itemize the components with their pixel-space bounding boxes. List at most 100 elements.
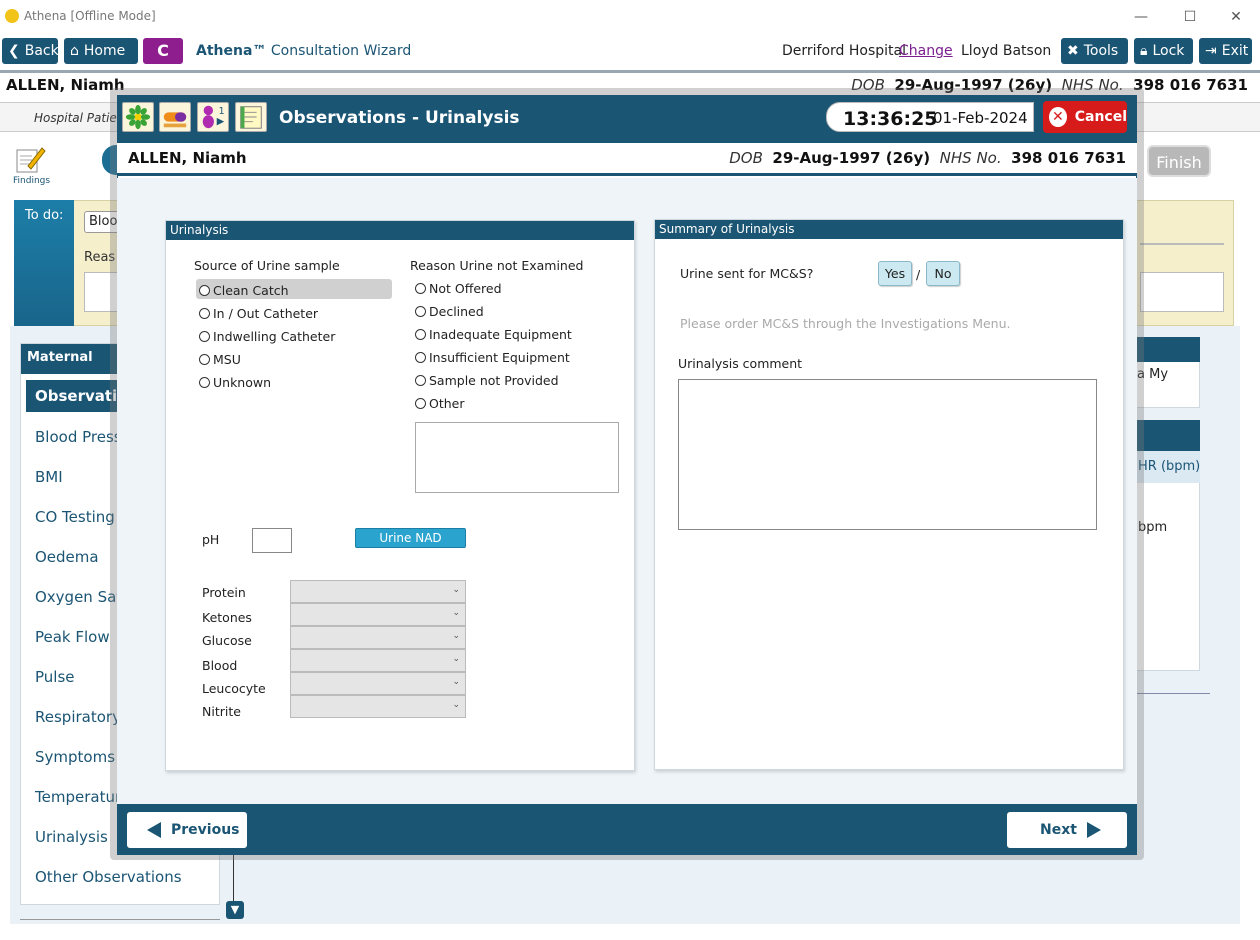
findings-label: Findings [13,176,51,186]
back-label: Back [24,43,59,59]
radio-label: Not Offered [429,281,502,296]
radio-label: Indwelling Catheter [213,329,336,344]
nhs-value: 398 016 7631 [1011,149,1126,167]
urinalysis-panel-title: Urinalysis [166,221,634,240]
radio-msu[interactable]: MSU [199,352,241,367]
radio-declined[interactable]: Declined [415,304,484,319]
scroll-down-button[interactable]: ▼ [226,901,244,919]
blood-label: Blood [202,658,238,673]
sidebar-item-respiratory[interactable]: Respiratory [35,708,121,726]
arrow-right-icon [1086,822,1101,838]
medication-icon[interactable] [159,102,191,132]
lock-label: Lock [1152,43,1185,59]
summary-panel-title: Summary of Urinalysis [655,220,1123,239]
leucocyte-select[interactable]: ⌄ [290,672,466,695]
sidebar-item-peak-flow[interactable]: Peak Flow [35,628,110,646]
urine-nad-button[interactable]: Urine NAD [355,528,466,548]
sidebar-item-co-testing[interactable]: CO Testing [35,508,115,526]
back-button[interactable]: ❮ Back [2,38,59,64]
glucose-label: Glucose [202,633,252,648]
radio-label: Clean Catch [213,283,289,298]
radio-insufficient-equipment[interactable]: Insufficient Equipment [415,350,570,365]
ph-input[interactable] [252,528,292,553]
blood-select[interactable]: ⌄ [290,649,466,672]
nitrite-select[interactable]: ⌄ [290,695,466,718]
hospital-name: Derriford Hospital [782,43,907,59]
radio-indicator[interactable] [415,398,426,409]
tools-label: Tools [1083,43,1119,59]
radio-indicator[interactable] [199,354,210,365]
notes-icon[interactable] [235,102,267,132]
sidebar-item-oedema[interactable]: Oedema [35,548,99,566]
radio-indwelling-catheter[interactable]: Indwelling Catheter [199,329,335,344]
finish-button[interactable]: Finish [1147,145,1211,177]
sidebar-item-bmi[interactable]: BMI [35,468,63,486]
radio-label: Declined [429,304,484,319]
chevron-down-icon: ⌄ [452,585,460,595]
pregnancy-icon[interactable]: 1 [197,102,229,132]
radio-unknown[interactable]: Unknown [199,375,271,390]
close-window-button[interactable]: ✕ [1221,5,1251,29]
sidebar-item-temperature[interactable]: Temperatur [35,788,121,806]
radio-indicator[interactable] [415,329,426,340]
radio-indicator[interactable] [415,375,426,386]
findings-icon[interactable] [14,144,46,174]
change-hospital-link[interactable]: Change [899,43,953,59]
radio-not-offered[interactable]: Not Offered [415,281,502,296]
radio-indicator[interactable] [415,306,426,317]
reason-other-textarea[interactable] [415,422,619,493]
mcs-yes-button[interactable]: Yes [878,261,912,286]
next-label: Next [1040,822,1077,838]
todo-right-input[interactable] [1140,272,1224,312]
sidebar-item-symptoms[interactable]: Symptoms [35,748,115,766]
radio-sample-not-provided[interactable]: Sample not Provided [415,373,559,388]
radio-in-out-catheter[interactable]: In / Out Catheter [199,306,318,321]
consultation-button[interactable]: C [143,38,183,64]
home-button[interactable]: ⌂ Home [64,38,138,64]
radio-indicator[interactable] [415,352,426,363]
previous-label: Previous [171,822,240,838]
dialog-footer [117,804,1137,855]
radio-inadequate-equipment[interactable]: Inadequate Equipment [415,327,572,342]
todo-label: To do: [25,208,64,223]
urinalysis-comment-textarea[interactable] [678,379,1097,530]
radio-indicator[interactable] [199,331,210,342]
sidebar-item-pulse[interactable]: Pulse [35,668,75,686]
radio-indicator[interactable] [199,377,210,388]
patient-sub-text: Hospital Patie [34,111,117,125]
lock-button[interactable]: 🔒︎ Lock [1134,38,1193,64]
sidebar-item-urinalysis[interactable]: Urinalysis [35,828,108,846]
glucose-select[interactable]: ⌄ [290,626,466,649]
previous-button[interactable]: Previous [127,812,247,848]
divider [1140,243,1224,245]
leucocyte-label: Leucocyte [202,681,266,696]
source-label: Source of Urine sample [194,258,340,273]
clock-date: 01-Feb-2024 [933,109,1028,127]
lock-icon: 🔒︎ [1140,43,1148,59]
flower-icon[interactable] [122,102,154,132]
protein-select[interactable]: ⌄ [290,580,466,603]
radio-other[interactable]: Other [415,396,465,411]
chevron-down-icon: ⌄ [452,700,460,710]
maximize-button[interactable]: ☐ [1175,5,1205,29]
next-button[interactable]: Next [1007,812,1127,848]
ketones-select[interactable]: ⌄ [290,603,466,626]
minimize-button[interactable]: — [1126,5,1156,29]
cancel-button[interactable]: ✕ Cancel [1043,101,1127,133]
chevron-left-icon: ❮ [8,43,20,59]
sidebar-item-blood-pressure[interactable]: Blood Press [35,428,122,446]
divider [20,919,220,920]
exit-button[interactable]: ⇥ Exit [1199,38,1252,64]
radio-clean-catch[interactable]: Clean Catch [199,283,289,298]
app-toolbar: ❮ Back ⌂ Home C Athena™ Consultation Wiz… [0,34,1260,68]
chevron-down-icon: ⌄ [452,654,460,664]
dialog-title: Observations - Urinalysis [279,108,520,128]
radio-indicator[interactable] [199,285,210,296]
app-logo-icon [5,9,19,23]
sidebar-item-other-observations[interactable]: Other Observations [35,868,182,886]
chevron-down-icon: ⌄ [452,608,460,618]
radio-indicator[interactable] [415,283,426,294]
tools-button[interactable]: ✖ Tools [1061,38,1128,64]
radio-indicator[interactable] [199,308,210,319]
mcs-no-button[interactable]: No [926,261,960,286]
